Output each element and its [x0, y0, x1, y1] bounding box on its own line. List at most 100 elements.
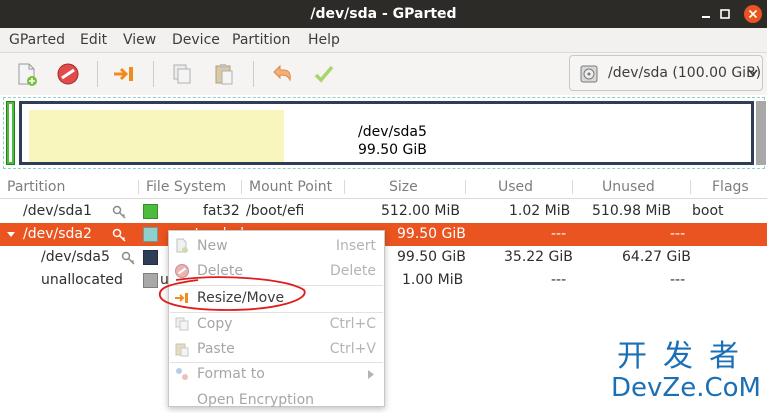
- cell-unused: 510.98 MiB: [592, 203, 672, 219]
- context-menu-new[interactable]: New Insert: [169, 234, 384, 259]
- disk-map-sda1[interactable]: [6, 101, 15, 165]
- new-partition-icon: [176, 238, 188, 253]
- menu-bar: GParted Edit View Device Partition Help: [0, 28, 767, 53]
- menu-device[interactable]: Device: [172, 28, 220, 52]
- disk-map-unallocated[interactable]: [756, 101, 766, 165]
- cell-filesystem: fat32: [203, 203, 240, 219]
- menu-partition[interactable]: Partition: [232, 28, 290, 52]
- copy-icon[interactable]: [168, 60, 196, 88]
- window-title: /dev/sda - GParted: [310, 6, 457, 22]
- header-file-system[interactable]: File System: [146, 176, 226, 198]
- context-menu-label: Resize/Move: [197, 290, 285, 306]
- header-partition[interactable]: Partition: [7, 176, 65, 198]
- header-separator: [241, 180, 242, 194]
- toolbar-separator: [253, 61, 254, 87]
- disk-map-partition-name: /dev/sda5: [358, 124, 427, 140]
- key-icon: [112, 205, 126, 219]
- header-used[interactable]: Used: [498, 176, 533, 198]
- cell-partition: /dev/sda2: [23, 226, 92, 242]
- delete-icon: [175, 264, 189, 278]
- title-bar: /dev/sda - GParted: [0, 0, 767, 28]
- cell-used: 1.02 MiB: [509, 203, 571, 219]
- cell-partition: unallocated: [41, 272, 123, 288]
- context-menu-open-encryption[interactable]: Open Encryption: [169, 388, 384, 413]
- expander-down-icon[interactable]: [6, 230, 16, 240]
- menu-help[interactable]: Help: [308, 28, 340, 52]
- cell-partition: /dev/sda1: [23, 203, 92, 219]
- disk-map: /dev/sda5 99.50 GiB: [3, 97, 766, 169]
- context-menu-label: Format to: [197, 366, 265, 382]
- context-menu-copy[interactable]: Copy Ctrl+C: [169, 312, 384, 337]
- context-menu-label: Delete: [197, 263, 243, 279]
- header-flags[interactable]: Flags: [712, 176, 749, 198]
- filesystem-color-swatch: [143, 227, 158, 242]
- cell-size: 99.50 GiB: [397, 249, 466, 265]
- filesystem-color-swatch: [143, 273, 158, 288]
- cell-unused: ---: [670, 226, 686, 242]
- new-partition-icon[interactable]: [12, 60, 40, 88]
- disk-map-extended[interactable]: /dev/sda5 99.50 GiB: [19, 101, 754, 165]
- device-selector[interactable]: /dev/sda (100.00 GiB): [569, 55, 763, 91]
- table-row[interactable]: /dev/sda1 fat32 /boot/efi 512.00 MiB 1.0…: [0, 200, 767, 223]
- cell-unused: 64.27 GiB: [622, 249, 691, 265]
- paste-icon[interactable]: [210, 60, 238, 88]
- cell-partition: /dev/sda5: [41, 249, 110, 265]
- context-menu-paste[interactable]: Paste Ctrl+V: [169, 337, 384, 362]
- menu-edit[interactable]: Edit: [80, 28, 107, 52]
- header-separator: [344, 180, 345, 194]
- resize-move-icon[interactable]: [110, 60, 138, 88]
- key-icon: [112, 228, 126, 242]
- submenu-arrow-icon: [368, 370, 374, 379]
- apply-icon[interactable]: [310, 60, 338, 88]
- device-selector-label: /dev/sda (100.00 GiB): [608, 65, 762, 81]
- cell-mount-point: /boot/efi: [246, 203, 305, 219]
- hard-disk-icon: [580, 65, 598, 83]
- partition-table-header: Partition File System Mount Point Size U…: [0, 176, 767, 199]
- minimize-icon[interactable]: [698, 6, 714, 22]
- resize-move-icon: [175, 293, 188, 303]
- context-menu-accel: Ctrl+C: [329, 316, 376, 332]
- undo-icon[interactable]: [268, 60, 296, 88]
- cell-flags: boot: [692, 203, 724, 219]
- maximize-icon[interactable]: [717, 6, 733, 22]
- context-menu-format-to[interactable]: Format to: [169, 362, 384, 387]
- copy-icon: [175, 317, 189, 331]
- context-menu-accel: Ctrl+V: [329, 341, 376, 357]
- watermark: 开发者 DevZe.CoM: [606, 340, 766, 406]
- cell-size: 512.00 MiB: [381, 203, 461, 219]
- toolbar-separator: [97, 61, 98, 87]
- chevron-down-icon: [748, 69, 758, 77]
- format-icon: [176, 368, 188, 380]
- header-mount-point[interactable]: Mount Point: [249, 176, 332, 198]
- context-menu-resize-move[interactable]: Resize/Move: [169, 286, 384, 311]
- context-menu-label: Open Encryption: [197, 392, 315, 408]
- menu-gparted[interactable]: GParted: [9, 28, 65, 52]
- cell-size: 1.00 MiB: [402, 272, 464, 288]
- header-unused[interactable]: Unused: [602, 176, 655, 198]
- key-icon: [121, 251, 135, 265]
- header-separator: [572, 180, 573, 194]
- watermark-line1: 开发者: [617, 339, 755, 374]
- context-menu-label: Paste: [197, 341, 235, 357]
- disk-map-partition-size: 99.50 GiB: [358, 142, 427, 158]
- header-separator: [465, 180, 466, 194]
- header-separator: [690, 180, 691, 194]
- cell-used: 35.22 GiB: [504, 249, 573, 265]
- toolbar: /dev/sda (100.00 GiB): [0, 53, 767, 95]
- context-menu-accel: Insert: [335, 238, 376, 254]
- toolbar-separator: [153, 61, 154, 87]
- context-menu-label: Copy: [197, 316, 233, 332]
- delete-icon[interactable]: [54, 60, 82, 88]
- cell-unused: ---: [670, 272, 686, 288]
- header-separator: [138, 180, 139, 194]
- menu-view[interactable]: View: [123, 28, 156, 52]
- context-menu-label: New: [197, 238, 228, 254]
- context-menu: New Insert Delete Delete Resize/Move Cop…: [168, 230, 385, 408]
- filesystem-color-swatch: [143, 204, 158, 219]
- header-size[interactable]: Size: [389, 176, 418, 198]
- context-menu-delete[interactable]: Delete Delete: [169, 259, 384, 284]
- cell-used: ---: [551, 226, 567, 242]
- disk-map-used-space: [29, 110, 284, 162]
- paste-icon: [175, 343, 189, 357]
- close-icon[interactable]: [744, 5, 762, 23]
